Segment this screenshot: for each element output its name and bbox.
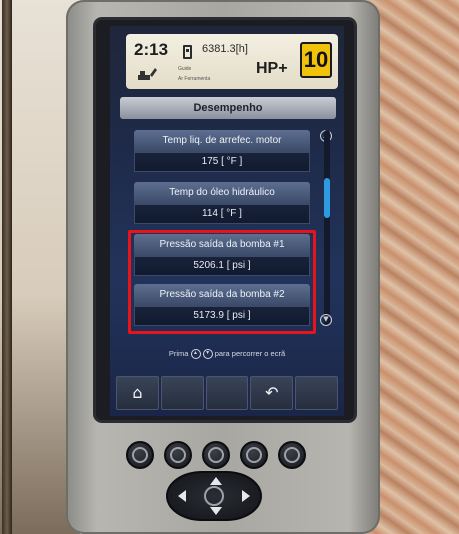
home-icon: ⌂ [132,383,143,402]
mode-caption: Guide [178,66,192,72]
arrow-left-icon[interactable] [178,490,186,502]
scroll-hint: Prima ▲ ▼ para percorrer o ecrã [110,349,344,360]
arrow-up-icon[interactable] [210,477,222,485]
hardware-button-3[interactable] [202,441,230,469]
background-pole [2,0,12,534]
scroll-up-glyph-icon: ▲ [190,349,201,360]
status-bar: 2:13 6381.3[h] Guide Ar Ferramenta HP+ 1… [126,34,338,89]
power-mode-label: HP+ [256,60,288,77]
level-badge: 10 [300,42,332,78]
param-label: Temp liq. de arrefec. motor [134,130,310,152]
return-softkey[interactable]: ↶ [250,376,294,410]
hardware-button-1[interactable] [126,441,154,469]
hint-prefix: Prima [168,349,189,358]
scroll-down-icon[interactable]: ▼ [320,314,332,326]
scrollbar[interactable] [324,130,330,326]
param-item[interactable]: Temp do óleo hidráulico 114 [ °F ] [134,182,310,226]
attachment-caption: Ar Ferramenta [178,76,211,82]
param-label: Temp do óleo hidráulico [134,182,310,204]
hardware-button-panel [110,433,340,523]
highlight-box [128,230,316,334]
softkey-3[interactable] [205,376,249,410]
param-value: 114 [ °F ] [134,204,310,224]
softkey-5[interactable] [295,376,338,410]
excavator-icon [138,68,157,80]
hardware-button-4[interactable] [240,441,268,469]
home-softkey[interactable]: ⌂ [116,376,159,410]
scroll-thumb[interactable] [324,178,330,218]
param-value: 175 [ °F ] [134,152,310,172]
display-screen: 2:13 6381.3[h] Guide Ar Ferramenta HP+ 1… [110,26,344,416]
arrow-down-icon[interactable] [210,507,222,515]
return-icon: ↶ [265,383,279,402]
arrow-right-icon[interactable] [242,490,250,502]
param-item[interactable]: Temp liq. de arrefec. motor 175 [ °F ] [134,130,310,174]
dpad-center-button[interactable] [204,486,224,506]
hint-suffix: para percorrer o ecrã [214,349,286,358]
page-title: Desempenho [120,97,336,119]
clock-time: 2:13 [134,40,169,59]
engine-hours: 6381.3[h] [202,43,248,55]
scroll-down-glyph-icon: ▼ [202,349,213,360]
softkey-bar: ⌂ ↶ [116,376,338,410]
directional-pad[interactable] [166,471,262,521]
fuel-icon [183,45,192,59]
softkey-2[interactable] [160,376,204,410]
hardware-button-2[interactable] [164,441,192,469]
hardware-button-5[interactable] [278,441,306,469]
